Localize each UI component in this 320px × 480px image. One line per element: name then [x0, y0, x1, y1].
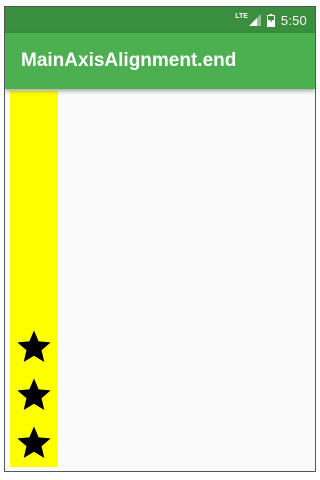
star-icon — [10, 371, 58, 419]
clock-time: 5:50 — [280, 12, 307, 28]
network-type-label: LTE — [235, 13, 248, 20]
phone-screen: LTE 5:50 MainAxisAlignment.end — [4, 6, 316, 472]
star-icon — [10, 323, 58, 371]
status-bar: LTE 5:50 — [5, 7, 315, 33]
app-bar: MainAxisAlignment.end — [5, 33, 315, 89]
yellow-column — [10, 91, 58, 467]
battery-icon — [266, 13, 275, 27]
app-bar-title: MainAxisAlignment.end — [21, 50, 237, 71]
signal-icon — [248, 14, 261, 26]
star-icon — [10, 419, 58, 467]
